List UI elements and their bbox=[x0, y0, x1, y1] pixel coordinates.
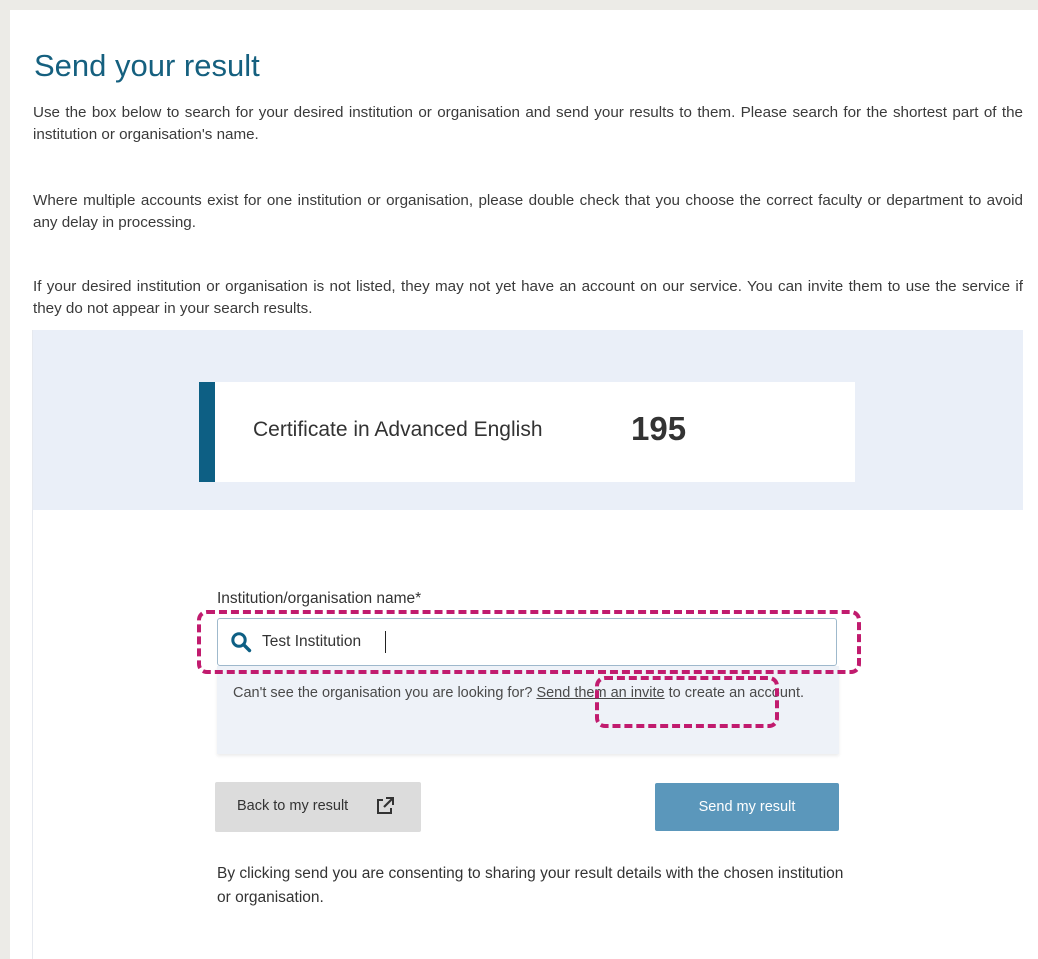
invite-text: Can't see the organisation you are looki… bbox=[233, 684, 813, 702]
intro-paragraph: Use the box below to search for your des… bbox=[33, 104, 1023, 143]
consent-text: By clicking send you are consenting to s… bbox=[217, 865, 844, 906]
send-my-result-button[interactable]: Send my result bbox=[655, 783, 839, 831]
search-icon bbox=[231, 632, 252, 653]
exam-name: Certificate in Advanced English bbox=[253, 418, 543, 441]
invite-suffix: to create an account. bbox=[664, 685, 805, 701]
institution-field-label: Institution/organisation name* bbox=[217, 590, 422, 607]
page-title: Send your result bbox=[34, 48, 260, 83]
score-value: 195 bbox=[631, 410, 687, 447]
result-band: Certificate in Advanced English 195 bbox=[33, 330, 1023, 510]
multiple-accounts-paragraph: Where multiple accounts exist for one in… bbox=[33, 192, 1023, 231]
text-cursor bbox=[385, 631, 386, 653]
back-button-label: Back to my result bbox=[237, 798, 349, 814]
page-content: Send your result Use the box below to se… bbox=[10, 10, 1038, 959]
institution-search-input[interactable]: Test Institution bbox=[217, 618, 837, 666]
not-listed-paragraph: If your desired institution or organisat… bbox=[33, 278, 1023, 317]
back-to-result-button[interactable]: Back to my result bbox=[215, 782, 421, 832]
external-link-icon bbox=[377, 797, 394, 814]
search-input-value: Test Institution bbox=[262, 633, 362, 650]
send-result-panel: Certificate in Advanced English 195 Inst… bbox=[32, 330, 1023, 959]
invite-notice: Can't see the organisation you are looki… bbox=[217, 666, 839, 754]
score-accent-bar bbox=[199, 382, 215, 482]
invite-prefix: Can't see the organisation you are looki… bbox=[233, 685, 537, 701]
send-invite-link[interactable]: Send them an invite bbox=[536, 685, 664, 701]
score-card: Certificate in Advanced English 195 bbox=[199, 382, 855, 482]
